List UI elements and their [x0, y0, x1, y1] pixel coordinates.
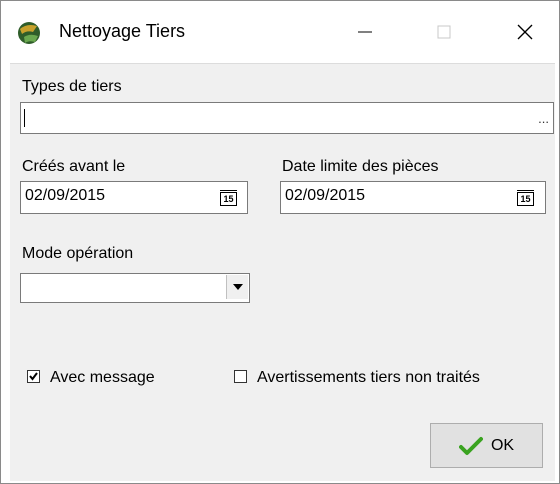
types-de-tiers-label: Types de tiers — [22, 78, 122, 95]
crees-avant-label: Créés avant le — [22, 158, 126, 175]
avec-message-checkbox[interactable] — [27, 370, 40, 383]
check-icon — [458, 436, 483, 455]
title-bar[interactable]: Nettoyage Tiers — [1, 1, 559, 63]
date-limite-label: Date limite des pièces — [282, 158, 439, 175]
mode-operation-select[interactable] — [20, 273, 250, 303]
types-de-tiers-field[interactable]: ... — [20, 102, 554, 134]
avec-message-label[interactable]: Avec message — [50, 369, 155, 387]
chevron-down-icon — [232, 284, 243, 290]
maximize-button[interactable] — [416, 1, 472, 63]
checkmark-icon — [29, 372, 38, 381]
ok-label: OK — [490, 436, 515, 454]
maximize-icon — [437, 25, 451, 39]
crees-avant-date-field[interactable]: 02/09/2015 15 — [20, 181, 248, 214]
browse-button[interactable]: ... — [538, 111, 549, 126]
dropdown-button[interactable] — [226, 275, 248, 299]
date-limite-date-field[interactable]: 02/09/2015 15 — [280, 181, 546, 214]
crees-avant-date-value: 02/09/2015 — [25, 187, 106, 204]
close-icon — [517, 24, 533, 40]
calendar-icon[interactable]: 15 — [220, 190, 237, 206]
ok-button[interactable]: OK — [430, 423, 543, 468]
avertissements-label[interactable]: Avertissements tiers non traités — [257, 369, 480, 387]
dialog-window: Nettoyage Tiers Types de tiers ... Créés… — [0, 0, 560, 484]
text-cursor — [24, 109, 25, 127]
app-icon — [18, 22, 40, 44]
close-button[interactable] — [497, 1, 553, 63]
mode-operation-label: Mode opération — [22, 245, 134, 262]
minimize-icon — [358, 31, 372, 33]
date-limite-date-value: 02/09/2015 — [285, 187, 366, 204]
window-title: Nettoyage Tiers — [59, 21, 186, 41]
avertissements-checkbox[interactable] — [234, 370, 247, 383]
calendar-icon[interactable]: 15 — [517, 190, 534, 206]
dialog-content: Types de tiers ... Créés avant le 02/09/… — [10, 63, 555, 481]
minimize-button[interactable] — [337, 1, 393, 63]
